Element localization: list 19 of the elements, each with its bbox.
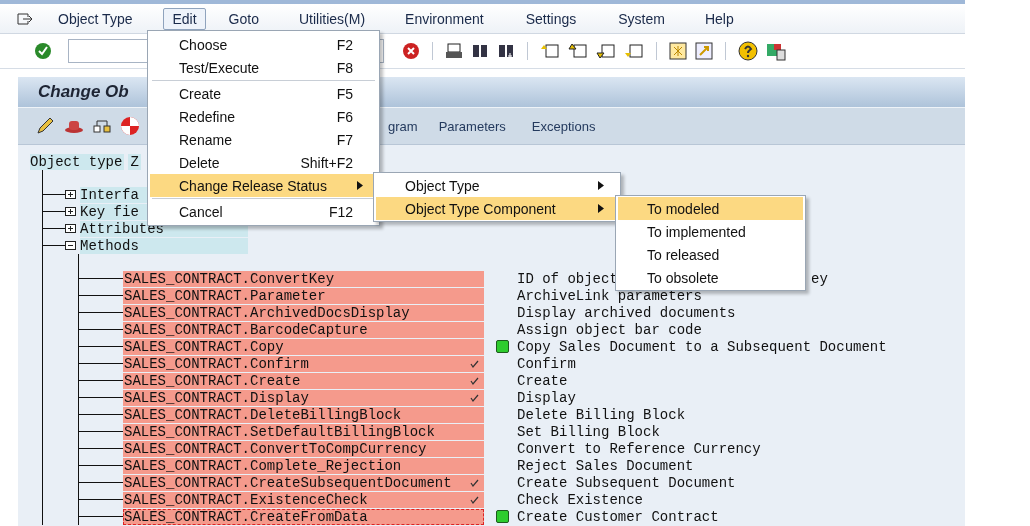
screen-title: Change Ob — [38, 82, 129, 102]
tree-label: Object type — [30, 153, 125, 170]
description-text: Reject Sales Document — [517, 457, 694, 474]
description-text: Display archived documents — [517, 304, 736, 321]
description-text: Delete Billing Block — [517, 406, 686, 423]
description-text: Confirm — [517, 355, 576, 372]
description-text: Display — [517, 389, 576, 406]
tree-value: Z — [128, 153, 141, 170]
description-text: ID of object — [517, 270, 618, 287]
description-text: Set Billing Block — [517, 423, 660, 440]
description-text: Convert to Reference Currency — [517, 440, 761, 457]
description-text: Check Existence — [517, 491, 644, 508]
description-text: Create Customer Contract — [517, 508, 719, 525]
description-text: Copy Sales Document to a Subsequent Document — [517, 338, 887, 355]
description-text: Assign object bar code — [517, 321, 702, 338]
description-text: Create Subsequent Document — [517, 474, 736, 491]
description-text: ArchiveLink parameters — [517, 287, 702, 304]
description-text: ey — [811, 270, 828, 287]
description-text: Create — [517, 372, 568, 389]
